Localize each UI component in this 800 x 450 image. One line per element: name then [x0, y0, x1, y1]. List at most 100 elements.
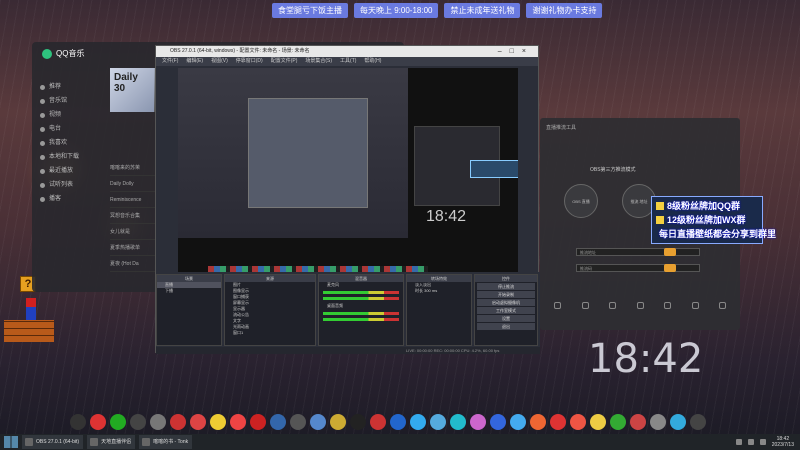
menu-item[interactable]: 配置文件(P) [271, 57, 298, 66]
menu-item[interactable]: 停靠窗口(D) [236, 57, 263, 66]
dock-app-icon[interactable] [470, 414, 486, 430]
volume-meter[interactable] [323, 318, 399, 321]
taskbar-item-obs[interactable]: OBS 27.0.1 (64-bit) [22, 435, 84, 449]
tool-icon[interactable] [691, 302, 699, 309]
dock-app-icon[interactable] [410, 414, 426, 430]
transition-duration[interactable]: 时长 300 ms [407, 288, 471, 294]
studio-mode-button[interactable]: 工作室模式 [477, 307, 535, 314]
volume-meter[interactable] [323, 297, 399, 300]
brick-platform [4, 320, 54, 342]
tray-icon[interactable] [759, 439, 766, 445]
dock-app-icon[interactable] [150, 414, 166, 430]
menu-item[interactable]: 视图(V) [211, 57, 228, 66]
top-banner: 食堂腿亏下饭主播 每天晚上 9:00-18:00 禁止未成年送礼物 谢谢礼物办卡… [272, 3, 603, 18]
sidebar-item[interactable]: 我喜欢 [40, 136, 102, 150]
dock-app-icon[interactable] [190, 414, 206, 430]
obs-titlebar[interactable]: OBS 27.0.1 (64-bit, windows) - 配置文件: 未命名… [156, 46, 538, 57]
dock-app-icon[interactable] [230, 414, 246, 430]
qq-title-text: QQ音乐 [56, 49, 85, 58]
push-key-input[interactable]: 推流码 [576, 264, 700, 272]
tray-icon[interactable] [747, 439, 754, 445]
dock-app-icon[interactable] [330, 414, 346, 430]
menu-item[interactable]: 编辑(E) [186, 57, 203, 66]
dock-app-icon[interactable] [610, 414, 626, 430]
tray-icon[interactable] [735, 439, 742, 445]
dock-app-icon[interactable] [550, 414, 566, 430]
obs-mode-circle[interactable]: OBS 直播 [564, 184, 598, 218]
dock-app-icon[interactable] [110, 414, 126, 430]
source-item[interactable]: 窗口1 [225, 330, 315, 336]
app-dock [70, 412, 738, 432]
tool-icon[interactable] [719, 302, 726, 309]
sidebar-item[interactable]: 音乐馆 [40, 94, 102, 108]
sources-panel: 来源 图片 图像显示 窗口捕获 屏幕显示 显示器 流动公告 文字 光雨动画 窗口… [224, 274, 316, 346]
menu-item[interactable]: 场景集合(S) [305, 57, 332, 66]
dock-app-icon[interactable] [350, 414, 366, 430]
dock-app-icon[interactable] [170, 414, 186, 430]
copy-key-button[interactable] [664, 264, 676, 272]
obs-window[interactable]: OBS 27.0.1 (64-bit, windows) - 配置文件: 未命名… [155, 45, 540, 354]
dock-app-icon[interactable] [670, 414, 686, 430]
dock-app-icon[interactable] [430, 414, 446, 430]
preview-clock: 18:42 [426, 208, 467, 225]
dock-app-icon[interactable] [270, 414, 286, 430]
sidebar-item[interactable]: 最近播放 [40, 164, 102, 178]
dock-app-icon[interactable] [310, 414, 326, 430]
windows-start-icon[interactable] [4, 436, 18, 448]
tool-icon[interactable] [581, 302, 589, 309]
virtual-camera-button[interactable]: 启动虚拟摄像机 [477, 299, 535, 306]
obs-title-text: OBS 27.0.1 (64-bit, windows) - 配置文件: 未命名… [170, 48, 310, 54]
dock-app-icon[interactable] [690, 414, 706, 430]
settings-button[interactable]: 设置 [477, 315, 535, 322]
taskbar-clock[interactable]: 18:42 2023/7/13 [772, 436, 794, 448]
stop-streaming-button[interactable]: 停止推流 [477, 283, 535, 290]
start-recording-button[interactable]: 开始录制 [477, 291, 535, 298]
qq-sidebar: 推荐 音乐馆 视频 电台 我喜欢 本地和下载 最近播放 试听列表 播客 [40, 80, 102, 206]
taskbar-item-browser[interactable]: 喀喀的书 - Tonk [139, 435, 193, 449]
dock-app-icon[interactable] [290, 414, 306, 430]
dock-app-icon[interactable] [590, 414, 606, 430]
window-controls[interactable]: –□× [498, 46, 534, 57]
dock-app-icon[interactable] [490, 414, 506, 430]
mario-sprite-icon [26, 298, 36, 320]
dock-app-icon[interactable] [90, 414, 106, 430]
dock-app-icon[interactable] [370, 414, 386, 430]
sidebar-item[interactable]: 试听列表 [40, 178, 102, 192]
volume-meter[interactable] [323, 291, 399, 294]
tool-icon[interactable] [609, 302, 616, 309]
sidebar-item[interactable]: 视频 [40, 108, 102, 122]
dock-app-icon[interactable] [650, 414, 666, 430]
nested-notice-preview [470, 160, 518, 178]
dock-app-icon[interactable] [530, 414, 546, 430]
qq-music-logo-icon [42, 48, 52, 59]
dock-app-icon[interactable] [630, 414, 646, 430]
sidebar-item[interactable]: 推荐 [40, 80, 102, 94]
dock-app-icon[interactable] [130, 414, 146, 430]
dock-app-icon[interactable] [570, 414, 586, 430]
sidebar-item[interactable]: 电台 [40, 122, 102, 136]
copy-url-button[interactable] [664, 248, 676, 256]
push-url-input[interactable]: 推流地址 [576, 248, 700, 256]
tool-icon[interactable] [664, 302, 671, 309]
volume-meter[interactable] [323, 312, 399, 315]
tool-icon[interactable] [636, 302, 644, 309]
obs-preview-canvas[interactable]: 18:42 [178, 68, 518, 300]
daily-30-tile[interactable]: Daily 30 [110, 68, 154, 112]
tool-icon[interactable] [554, 302, 561, 309]
nav-icon [40, 126, 45, 132]
dock-app-icon[interactable] [450, 414, 466, 430]
dock-app-icon[interactable] [510, 414, 526, 430]
menu-item[interactable]: 工具(T) [340, 57, 356, 66]
dock-app-icon[interactable] [250, 414, 266, 430]
taskbar-item-live[interactable]: 天地直播伴侣 [87, 435, 136, 449]
dock-app-icon[interactable] [70, 414, 86, 430]
sidebar-item[interactable]: 播客 [40, 192, 102, 206]
transitions-panel: 转场特效 淡入淡出 时长 300 ms [406, 274, 472, 346]
exit-button[interactable]: 退出 [477, 323, 535, 330]
sidebar-item[interactable]: 本地和下载 [40, 150, 102, 164]
menu-item[interactable]: 文件(F) [162, 57, 178, 66]
dock-app-icon[interactable] [210, 414, 226, 430]
menu-item[interactable]: 帮助(H) [364, 57, 381, 66]
scene-item[interactable]: 下播 [157, 288, 221, 294]
dock-app-icon[interactable] [390, 414, 406, 430]
